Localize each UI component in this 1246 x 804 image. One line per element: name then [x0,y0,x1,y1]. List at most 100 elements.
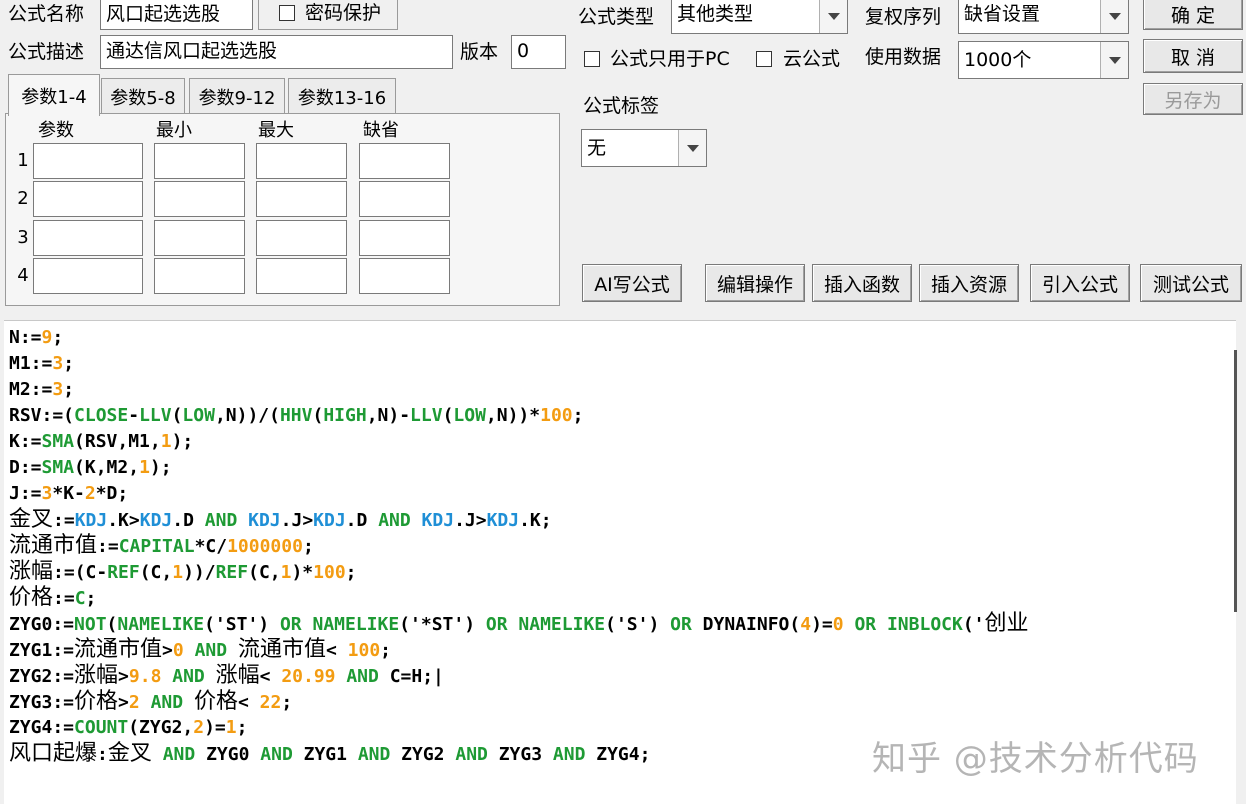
chevron-down-icon[interactable] [1100,0,1128,33]
code-token: 9.8 [128,666,162,687]
version-input[interactable]: 0 [511,35,566,69]
code-token: ,N)- [366,405,411,426]
cloud-label: 云公式 [783,48,841,70]
code-token: )= [811,614,833,635]
ok-button[interactable]: 确 定 [1143,0,1243,30]
code-token: ,N))* [485,405,541,426]
code-line: ZYG0:=NOT(NAMELIKE('ST') OR NAMELIKE('*S… [9,611,1029,637]
test-formula-button[interactable]: 测试公式 [1140,264,1242,302]
tab-params-1-4[interactable]: 参数1-4 [8,74,100,116]
code-token: 0 [172,640,184,661]
param-name-input[interactable] [33,258,143,294]
param-min-input[interactable] [154,143,245,179]
param-name-input[interactable] [33,220,143,256]
editor-scrollbar[interactable] [1234,350,1237,612]
password-checkbox[interactable] [279,5,295,21]
insert-function-button[interactable]: 插入函数 [812,264,912,302]
code-token: M2:= [9,379,53,400]
code-token: OR [670,614,692,635]
code-token: 2 [84,483,96,504]
code-token: AND [204,510,238,531]
code-line: ZYG2:=涨幅>9.8 AND 涨幅< 20.99 AND C=H;| [9,663,1029,689]
code-token: 2 [128,692,140,713]
code-token: ; [63,379,75,400]
code-line: D:=SMA(K,M2,1); [9,455,1029,481]
param-max-input[interactable] [256,258,347,294]
code-token: ; [52,327,64,348]
code-token: AND [552,744,586,765]
ai-write-button[interactable]: AI写公式 [582,264,682,302]
code-token: ; [85,588,97,609]
chevron-down-icon[interactable] [678,130,706,166]
formula-type-label: 公式类型 [578,6,655,28]
code-token: 0 [832,614,844,635]
param-default-input[interactable] [359,181,450,217]
code-line: RSV:=(CLOSE-LLV(LOW,N))/(HHV(HIGH,N)-LLV… [9,403,1029,429]
code-token: HIGH [323,405,367,426]
code-token: ); [149,457,172,478]
code-token: AND [260,744,293,765]
param-default-input[interactable] [359,258,450,294]
param-max-input[interactable] [256,220,347,256]
code-token: 22 [259,692,282,713]
param-min-input[interactable] [154,258,245,294]
formula-type-select[interactable]: 其他类型 [671,0,848,34]
data-select[interactable]: 1000个 [958,41,1129,79]
code-token: 100 [347,640,381,661]
insert-resource-button[interactable]: 插入资源 [919,264,1019,302]
code-token: 20.99 [281,666,336,687]
cloud-checkbox[interactable] [756,51,772,67]
code-token: SMA [41,457,75,478]
tab-params-13-16[interactable]: 参数13-16 [288,78,396,114]
param-min-input[interactable] [154,181,245,217]
code-token: ZYG3:= [9,692,75,713]
chevron-down-icon[interactable] [1100,42,1128,78]
param-default-input[interactable] [359,220,450,256]
code-token: REF [107,562,140,583]
code-token: 3 [52,379,64,400]
tab-params-9-12[interactable]: 参数9-12 [189,78,285,114]
code-token: > [118,692,129,713]
password-group[interactable]: 密码保护 [258,0,398,30]
code-token: RSV:=( [9,405,75,426]
import-formula-button[interactable]: 引入公式 [1030,264,1130,302]
code-token: ZYG1 [292,744,358,765]
tag-select[interactable]: 无 [581,129,707,167]
adjust-select[interactable]: 缺省设置 [958,0,1129,34]
cancel-button[interactable]: 取 消 [1143,39,1243,73]
code-line: 涨幅:=(C-REF(C,1))/REF(C,1)*100; [9,559,1029,585]
param-name-input[interactable] [33,143,143,179]
param-row-number: 4 [17,265,29,286]
code-token: :=(C- [53,562,108,583]
code-token: M1:= [9,353,53,374]
param-default-input[interactable] [359,143,450,179]
code-token: := [53,510,75,531]
code-token: 价格 [74,689,119,714]
param-max-input[interactable] [256,143,347,179]
code-token: < [325,640,348,661]
data-value: 1000个 [964,49,1032,71]
tag-label: 公式标签 [583,95,660,117]
param-max-input[interactable] [256,181,347,217]
code-token: .J> [454,510,487,531]
formula-name-input[interactable]: 风口起选选股 [100,0,253,30]
chevron-down-icon[interactable] [819,0,847,33]
pc-only-checkbox[interactable] [584,51,600,67]
save-as-button[interactable]: 另存为 [1143,83,1243,115]
code-token: ; [302,536,314,557]
code-token: 1 [225,717,237,738]
code-token: (K,M2, [74,457,140,478]
edit-ops-button[interactable]: 编辑操作 [705,264,805,302]
formula-desc-input[interactable]: 通达信风口起选选股 [100,35,453,69]
code-token: 3 [52,353,64,374]
param-min-input[interactable] [154,220,245,256]
code-content[interactable]: N:=9; M1:=3; M2:=3; RSV:=(CLOSE-LLV(LOW,N))… [9,325,1029,767]
code-token: 1 [172,562,184,583]
tab-params-5-8[interactable]: 参数5-8 [101,78,185,114]
param-name-input[interactable] [33,181,143,217]
